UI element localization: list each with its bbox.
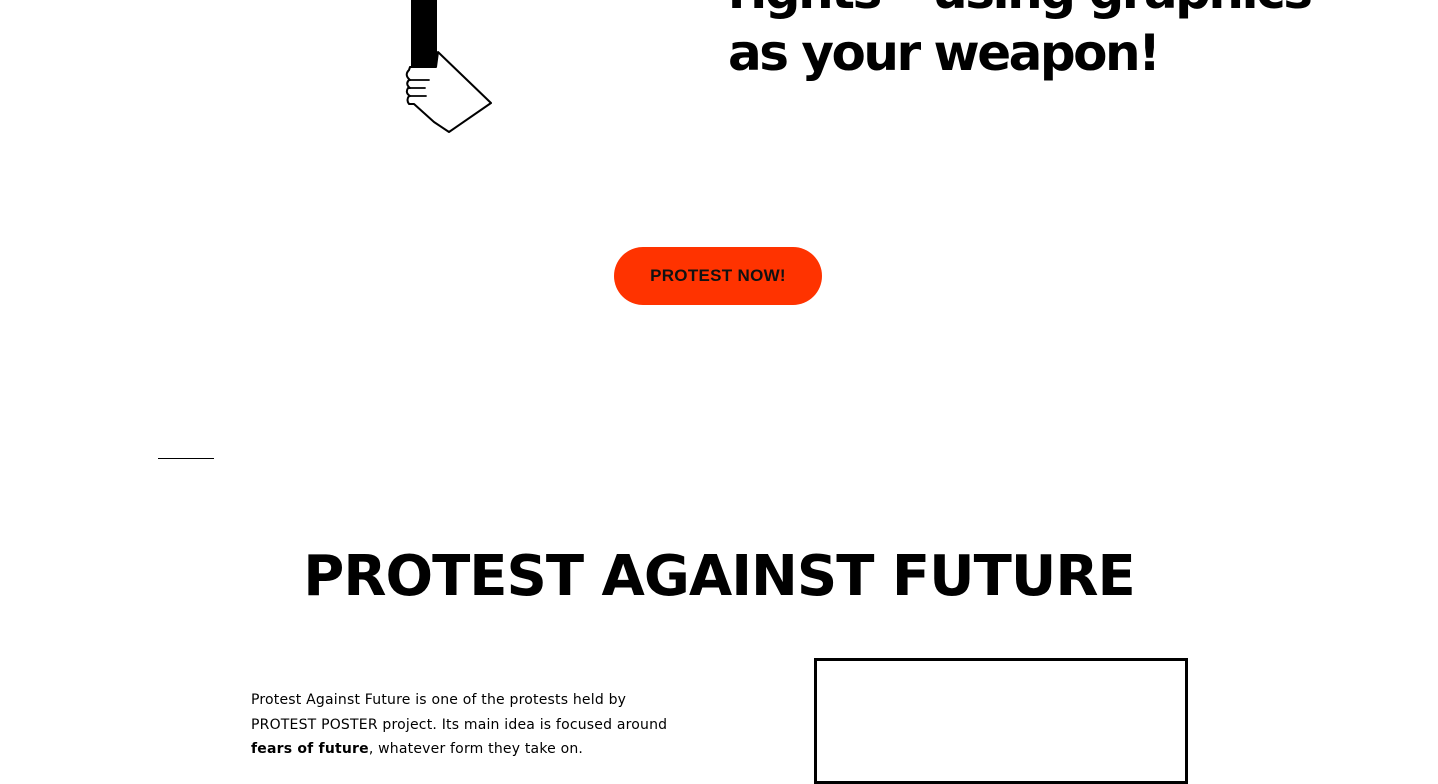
poster-frame <box>814 658 1188 784</box>
hand-holding-sign-icon <box>405 0 492 133</box>
hero-headline-line-2: as your weapon! <box>728 24 1161 82</box>
section-divider <box>158 458 214 459</box>
intro-paragraph: Protest Against Future is one of the pro… <box>251 688 681 762</box>
protest-now-button[interactable]: PROTEST NOW! <box>614 247 822 305</box>
section-title: PROTEST AGAINST FUTURE <box>303 544 1135 609</box>
hero-headline: rights – using graphics as your weapon! <box>728 0 1348 84</box>
intro-text-emphasis: fears of future <box>251 741 369 757</box>
intro-text-part-1: Protest Against Future is one of the pro… <box>251 692 668 733</box>
hero-headline-line-1: rights – using graphics <box>728 0 1348 22</box>
intro-text-part-2: , whatever form they take on. <box>368 741 584 757</box>
